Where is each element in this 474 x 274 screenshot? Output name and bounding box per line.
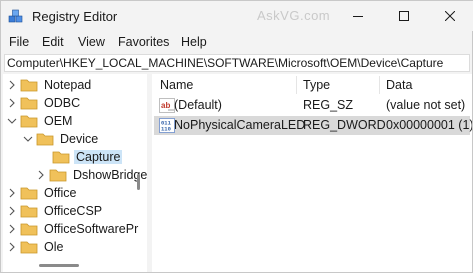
tree-item-label: OfficeCSP xyxy=(44,204,103,218)
close-button[interactable] xyxy=(427,1,473,31)
tree-item-label: Capture xyxy=(74,150,123,164)
chevron-right-icon[interactable] xyxy=(7,224,17,234)
tree-item-odbc[interactable]: ODBC xyxy=(7,94,82,112)
tree-vertical-scrollbar[interactable] xyxy=(137,174,140,190)
tree-item-label: Device xyxy=(60,132,99,146)
menu-view[interactable]: View xyxy=(78,35,105,49)
tree-item-label: Office xyxy=(44,186,77,200)
column-header-name[interactable]: Name xyxy=(160,78,193,92)
folder-open-icon xyxy=(36,133,54,146)
tree-item-label: Notepad xyxy=(44,78,92,92)
key-tree-pane[interactable]: Notepad ODBC OEM Device Capture DshowBri… xyxy=(3,74,147,272)
title-bar[interactable]: Registry Editor AskVG.com xyxy=(1,1,473,31)
menu-help[interactable]: Help xyxy=(181,35,207,49)
chevron-right-icon[interactable] xyxy=(36,170,46,180)
column-header-data[interactable]: Data xyxy=(386,78,412,92)
registry-editor-window: Registry Editor AskVG.com File Edit View… xyxy=(0,0,473,273)
minimize-icon xyxy=(353,16,363,17)
folder-icon xyxy=(20,241,38,254)
folder-open-icon xyxy=(20,115,38,128)
values-list-pane[interactable]: Name Type Data ab (Default) REG_SZ (valu… xyxy=(152,74,472,272)
tree-item-label: DshowBridge xyxy=(73,168,147,182)
tree-item-officecsp[interactable]: OfficeCSP xyxy=(7,202,104,220)
chevron-right-icon[interactable] xyxy=(7,188,17,198)
column-separator[interactable] xyxy=(296,76,297,94)
tree-item-dshowbridge[interactable]: DshowBridge xyxy=(36,166,147,184)
tree-item-capture[interactable]: Capture xyxy=(52,148,123,166)
value-type: REG_DWORD xyxy=(303,118,386,132)
registry-cubes-icon xyxy=(8,9,23,23)
tree-item-ole[interactable]: Ole xyxy=(7,238,65,256)
menu-bar: File Edit View Favorites Help xyxy=(1,32,473,52)
tree-horizontal-scrollbar[interactable] xyxy=(39,264,79,267)
chevron-right-icon[interactable] xyxy=(7,98,17,108)
folder-icon xyxy=(20,187,38,200)
tree-item-label: Ole xyxy=(44,240,64,254)
folder-icon xyxy=(20,205,38,218)
maximize-icon xyxy=(399,11,409,21)
tree-item-device[interactable]: Device xyxy=(23,130,100,148)
maximize-button[interactable] xyxy=(381,1,427,31)
tree-item-label: ODBC xyxy=(44,96,81,110)
value-name: (Default) xyxy=(174,98,222,112)
folder-icon xyxy=(20,79,38,92)
window-title: Registry Editor xyxy=(32,9,118,24)
tree-item-officesoftwareprotection[interactable]: OfficeSoftwarePr xyxy=(7,220,140,238)
tree-item-label: OfficeSoftwarePr xyxy=(44,222,139,236)
value-row-default[interactable]: ab (Default) REG_SZ (value not set) xyxy=(154,96,470,115)
chevron-right-icon[interactable] xyxy=(7,206,17,216)
folder-icon xyxy=(52,151,70,164)
folder-icon xyxy=(20,97,38,110)
svg-text:110: 110 xyxy=(161,126,171,133)
value-data: (value not set) xyxy=(386,98,466,112)
svg-text:ab: ab xyxy=(161,101,170,110)
tree-item-office[interactable]: Office xyxy=(7,184,78,202)
value-row-nophysicalcameraled[interactable]: 011 110 NoPhysicalCameraLED REG_DWORD 0x… xyxy=(154,116,472,135)
menu-edit[interactable]: Edit xyxy=(42,35,64,49)
chevron-down-icon[interactable] xyxy=(23,134,33,144)
tree-item-label: OEM xyxy=(44,114,73,128)
chevron-down-icon[interactable] xyxy=(7,116,17,126)
menu-favorites[interactable]: Favorites xyxy=(118,35,169,49)
address-bar[interactable]: Computer\HKEY_LOCAL_MACHINE\SOFTWARE\Mic… xyxy=(4,54,470,72)
value-type: REG_SZ xyxy=(303,98,354,112)
chevron-right-icon[interactable] xyxy=(7,80,17,90)
tree-item-oem[interactable]: OEM xyxy=(7,112,74,130)
close-icon xyxy=(445,11,455,21)
value-data: 0x00000001 (1) xyxy=(386,118,472,132)
value-name: NoPhysicalCameraLED xyxy=(174,118,306,132)
tree-item-notepad[interactable]: Notepad xyxy=(7,76,93,94)
chevron-right-icon[interactable] xyxy=(7,242,17,252)
folder-icon xyxy=(20,223,38,236)
string-value-icon: ab xyxy=(159,98,175,113)
column-header-type[interactable]: Type xyxy=(303,78,330,92)
column-separator[interactable] xyxy=(379,76,380,94)
folder-icon xyxy=(49,169,67,182)
watermark: AskVG.com xyxy=(257,8,331,23)
menu-file[interactable]: File xyxy=(9,35,29,49)
minimize-button[interactable] xyxy=(335,1,381,31)
binary-value-icon: 011 110 xyxy=(159,118,175,133)
